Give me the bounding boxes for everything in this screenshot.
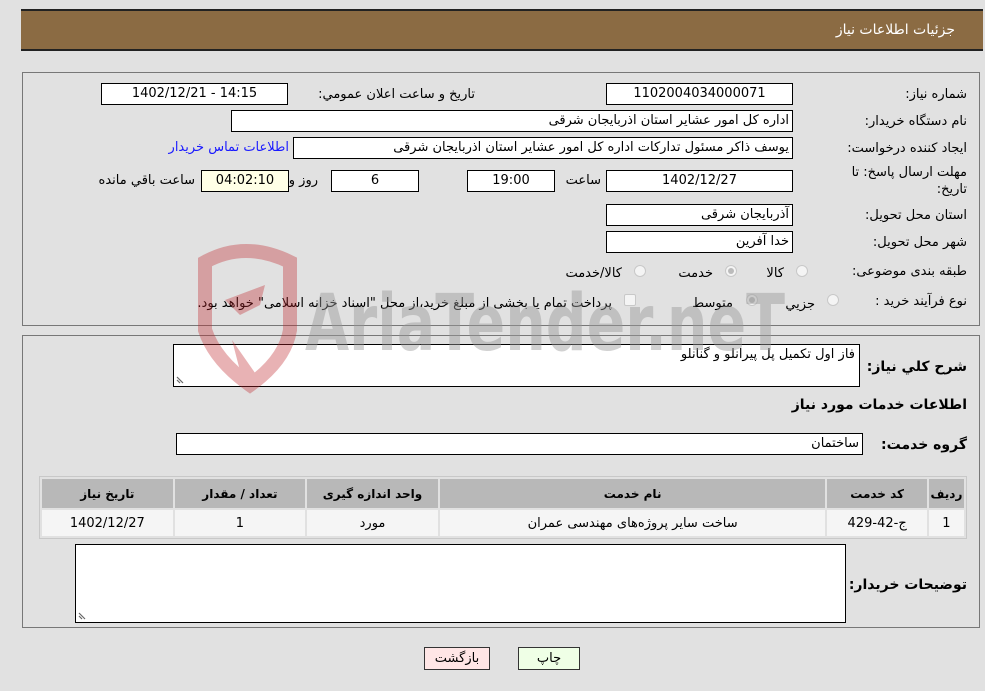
buyer-org-field[interactable]: اداره کل امور عشایر استان اذربایجان شرقی [231,110,793,132]
col-need-date: تاریخ نیاز [42,479,173,508]
requester-label: ایجاد کننده درخواست: [847,141,967,156]
need-number-label: شماره نیاز: [905,87,967,102]
treasury-payment-note: پرداخت تمام یا بخشی از مبلغ خرید،از محل … [197,296,612,311]
page-title: جزئیات اطلاعات نیاز [835,22,955,38]
cell-unit: مورد [307,510,438,536]
treasury-payment-checkbox[interactable] [624,294,636,306]
description-textarea[interactable]: فاز اول تکمیل پل پیرانلو و گنانلو [173,344,860,387]
category-radio-goods-service[interactable] [634,265,646,277]
city-field[interactable]: خدا آفرین [606,231,793,253]
days-label: روز و [288,173,318,188]
city-label: شهر محل تحویل: [872,235,967,250]
cell-quantity: 1 [174,510,306,536]
service-group-label: گروه خدمت: [881,437,967,453]
col-service-code: کد خدمت [827,479,927,508]
cell-row-number: 1 [928,510,964,536]
buyer-contact-link[interactable]: اطلاعات تماس خریدار [169,140,289,155]
resize-grip-icon[interactable] [176,374,186,384]
purchase-option-small: جزیي [785,297,815,312]
announce-datetime-field[interactable]: 1402/12/21 - 14:15 [101,83,288,105]
category-option-goods: کالا [766,266,784,281]
back-button[interactable]: بازگشت [424,647,490,670]
col-service-name: نام خدمت [439,479,826,508]
days-remaining-field[interactable]: 6 [331,170,419,192]
need-number-field[interactable]: 1102004034000071 [606,83,793,105]
table-header-row: رديف کد خدمت نام خدمت واحد اندازه گیری ت… [42,479,964,508]
deadline-time-field[interactable]: 19:00 [467,170,555,192]
cell-service-code: ج-42-429 [827,510,927,536]
deadline-label-2: تاریخ: [936,182,967,197]
purchase-option-medium: متوسط [692,296,733,311]
province-field[interactable]: آذربایجان شرقی [606,204,793,226]
col-unit: واحد اندازه گیری [307,479,438,508]
service-group-field[interactable]: ساختمان [176,433,863,455]
category-option-service: خدمت [678,266,713,281]
time-label: ساعت [565,173,601,188]
requester-field[interactable]: یوسف ذاکر مسئول تدارکات اداره کل امور عش… [293,137,793,159]
category-radio-service[interactable] [725,265,737,277]
resize-grip-icon[interactable] [78,610,88,620]
province-label: استان محل تحویل: [865,208,967,223]
remaining-time-field[interactable]: 04:02:10 [201,170,289,192]
buyer-notes-label: توضیحات خریدار: [848,577,967,593]
print-button[interactable]: چاپ [518,647,580,670]
col-row-number: رديف [928,479,964,508]
category-radio-goods[interactable] [796,265,808,277]
buyer-notes-textarea[interactable] [75,544,846,623]
page-header: جزئیات اطلاعات نیاز [21,9,983,51]
table-row: 1 ج-42-429 ساخت سایر پروژه‌های مهندسی عم… [42,510,964,536]
deadline-date-field[interactable]: 1402/12/27 [606,170,793,192]
purchase-radio-small[interactable] [827,294,839,306]
services-heading: اطلاعات خدمات مورد نياز [791,397,967,413]
purchase-radio-medium[interactable] [746,294,758,306]
cell-need-date: 1402/12/27 [42,510,173,536]
cell-service-name: ساخت سایر پروژه‌های مهندسی عمران [439,510,826,536]
remaining-label: ساعت باقي مانده [98,173,195,188]
category-label: طبقه بندی موضوعی: [851,264,967,279]
category-option-goods-service: کالا/خدمت [565,266,622,281]
col-quantity: تعداد / مقدار [174,479,306,508]
announce-label: تاریخ و ساعت اعلان عمومي: [318,87,475,102]
services-table: رديف کد خدمت نام خدمت واحد اندازه گیری ت… [39,476,967,539]
buyer-org-label: نام دستگاه خریدار: [864,114,967,129]
deadline-label: مهلت ارسال پاسخ: تا [851,165,967,180]
description-label: شرح کلي نياز: [866,359,967,375]
description-text: فاز اول تکمیل پل پیرانلو و گنانلو [680,347,855,362]
purchase-type-label: نوع فرآیند خرید : [875,294,967,309]
